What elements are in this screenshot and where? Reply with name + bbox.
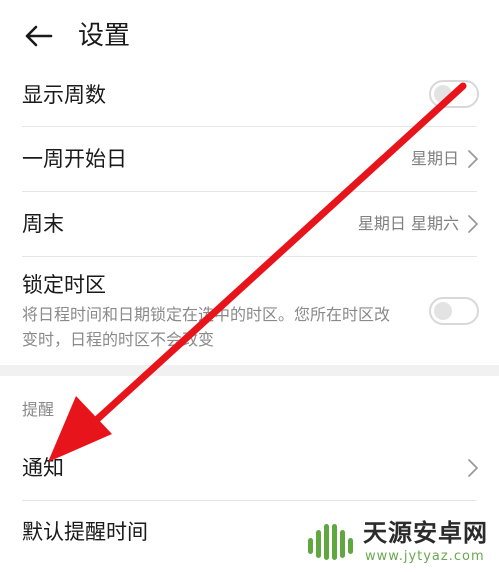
- setting-description: 将日程时间和日期锁定在选中的时区。您所在时区改变时，日程的时区不会改变: [22, 305, 391, 349]
- setting-row-notification[interactable]: 通知: [0, 436, 499, 500]
- section-separator: [0, 365, 499, 376]
- setting-row-week-start[interactable]: 一周开始日 星期日: [0, 127, 499, 191]
- setting-row-show-week-number[interactable]: 显示周数: [0, 72, 499, 126]
- setting-value: 星期日 星期六: [357, 214, 459, 233]
- back-button[interactable]: [18, 18, 58, 54]
- toggle-knob: [434, 302, 452, 320]
- settings-screen: 设置 显示周数 一周开始日 星期日 周末 星期日 星期六 锁定时区 将日程时间和…: [0, 0, 499, 572]
- setting-label: 一周开始日: [22, 147, 127, 171]
- setting-label: 默认提醒时间: [22, 520, 148, 544]
- section-title-reminder: 提醒: [22, 400, 55, 419]
- toggle-knob: [434, 85, 452, 103]
- setting-value: 星期日: [410, 149, 459, 168]
- watermark-name: 天源安卓网: [363, 519, 488, 547]
- back-arrow-icon: [25, 25, 53, 47]
- chevron-right-icon: [468, 215, 478, 233]
- chevron-right-icon: [468, 459, 478, 477]
- watermark-url: www.jytyaz.com: [365, 549, 485, 564]
- show-week-number-toggle[interactable]: [429, 80, 479, 108]
- setting-row-weekend[interactable]: 周末 星期日 星期六: [0, 192, 499, 256]
- setting-label: 通知: [22, 456, 64, 480]
- lock-timezone-toggle[interactable]: [429, 297, 479, 325]
- watermark-logo-icon: [308, 524, 353, 560]
- chevron-right-icon: [468, 150, 478, 168]
- setting-label: 显示周数: [22, 83, 106, 107]
- site-watermark: 天源安卓网 www.jytyaz.com: [305, 518, 495, 568]
- app-header: 设置: [0, 0, 499, 72]
- page-title: 设置: [78, 21, 131, 51]
- setting-label: 锁定时区: [22, 273, 106, 297]
- setting-row-lock-timezone[interactable]: 锁定时区 将日程时间和日期锁定在选中的时区。您所在时区改变时，日程的时区不会改变: [0, 257, 499, 365]
- setting-label: 周末: [22, 212, 64, 236]
